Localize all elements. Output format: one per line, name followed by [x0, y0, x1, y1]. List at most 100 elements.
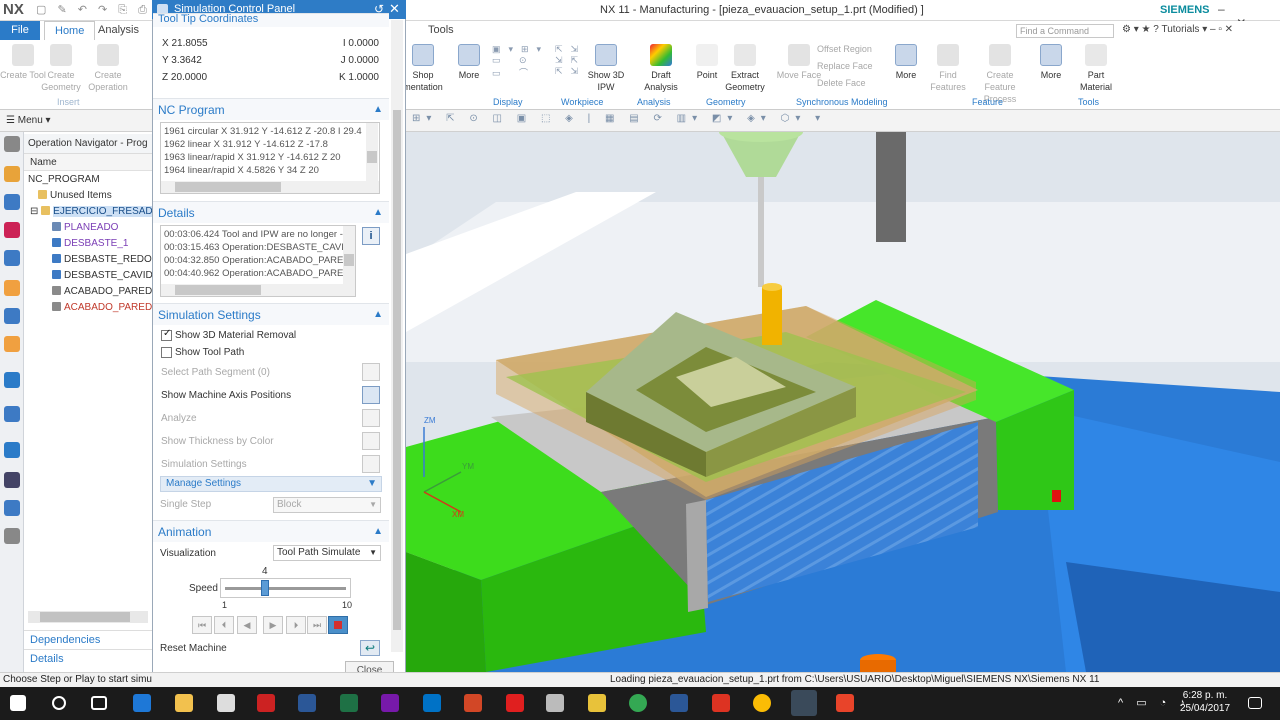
create-feature-process-button[interactable]: Create Feature Process	[970, 44, 1030, 105]
onenote-icon[interactable]	[381, 694, 399, 712]
details-list[interactable]: 00:03:06.424 Tool and IPW are no longer …	[160, 225, 356, 297]
nc-line[interactable]: 1962 linear X 31.912 Y -14.612 Z -17.8	[164, 139, 328, 150]
more-button-2[interactable]: More	[883, 44, 929, 81]
more-button-1[interactable]: More	[446, 44, 492, 81]
graphics-viewport[interactable]: ZM YM XM	[406, 132, 1280, 672]
app-icon-5[interactable]	[836, 694, 854, 712]
app-icon-1[interactable]	[257, 694, 275, 712]
offset-region-button[interactable]: Offset Region	[817, 44, 872, 54]
create-geometry-button[interactable]: Create Geometry	[38, 44, 84, 93]
app-icon-2[interactable]	[546, 694, 564, 712]
tutorials-link[interactable]: Tutorials	[1161, 24, 1199, 35]
menu-button[interactable]: ☰ Menu ▾	[6, 115, 51, 126]
excel-icon[interactable]	[340, 694, 358, 712]
tree-row-desbaste-1[interactable]: DESBASTE_1	[24, 236, 152, 252]
chrome-icon-2[interactable]	[753, 694, 771, 712]
help-controls[interactable]: ⚙ ▾ ★ ? Tutorials ▾ – ▫ ✕	[1122, 24, 1233, 35]
visualization-select[interactable]: Tool Path Simulate ▼	[273, 545, 381, 561]
part-navigator-icon[interactable]	[4, 166, 20, 182]
tab-tools[interactable]: Tools	[418, 21, 464, 40]
show-3d-material-checkbox[interactable]	[161, 328, 172, 341]
tree-row-desbaste-redo[interactable]: DESBASTE_REDO	[24, 252, 152, 268]
delete-face-button[interactable]: Delete Face	[817, 78, 866, 88]
close-icon[interactable]: ✕	[389, 1, 400, 17]
search-icon[interactable]	[52, 696, 66, 710]
nc-line[interactable]: 1963 linear/rapid X 31.912 Y -14.612 Z 2…	[164, 152, 341, 163]
clock-icon[interactable]	[4, 442, 20, 458]
machine-axis-icon[interactable]	[362, 386, 380, 404]
section-simulation-settings[interactable]: Simulation Settings ▲	[153, 303, 389, 325]
section-nc-program[interactable]: NC Program ▲	[153, 98, 389, 120]
tree-row-acabado-pared-2[interactable]: ACABADO_PARED	[24, 300, 152, 316]
windows-start-icon[interactable]	[10, 695, 26, 711]
info-icon[interactable]: i	[362, 227, 380, 245]
workpiece-tools[interactable]: ⇱⇲ ⇲⇱ ⇱⇲	[555, 44, 586, 77]
app-icon-r[interactable]	[670, 694, 688, 712]
single-step-select[interactable]: Block ▼	[273, 497, 381, 513]
section-details[interactable]: Details ▲	[153, 201, 389, 223]
rewind-to-start-button[interactable]: ⏮	[192, 616, 212, 634]
roles-icon[interactable]	[4, 528, 20, 544]
collapse-icon[interactable]: ▲	[373, 304, 383, 326]
thickness-icon[interactable]	[362, 432, 380, 450]
hd3d-tools-icon[interactable]	[4, 336, 20, 352]
app-icon-4[interactable]	[712, 694, 730, 712]
assembly-navigator-icon[interactable]	[4, 194, 20, 210]
app-icon-3[interactable]	[588, 694, 606, 712]
details-hscroll-thumb[interactable]	[175, 285, 261, 295]
powerpoint-icon[interactable]	[464, 694, 482, 712]
collapse-icon[interactable]: ▲	[373, 99, 383, 121]
history-icon[interactable]	[4, 406, 20, 422]
display-tools[interactable]: ▣▾⊞▾ ▭ ⊙ ▭ ⌒	[492, 44, 549, 79]
tree-row-ejercicio-fresado[interactable]: ⊟ EJERCICIO_FRESADO	[24, 204, 152, 220]
navigator-column-name[interactable]: Name	[24, 154, 152, 171]
taskbar-clock[interactable]: 6:28 p. m. 25/04/2017	[1173, 689, 1237, 715]
find-command-input[interactable]: Find a Command	[1016, 24, 1114, 38]
nc-program-list[interactable]: 1961 circular X 31.912 Y -14.612 Z -20.8…	[160, 122, 380, 194]
selection-toolbar-icons[interactable]: ⊞▾ ⇱ ⊙ ◫ ▣ ⬚ ◈ | ▦ ▤ ⟳ ▥▾ ◩▾ ◈▾ ⬡▾ ▾	[412, 113, 826, 124]
nc-line[interactable]: 1964 linear/rapid X 4.5826 Y 34 Z 20	[164, 165, 319, 176]
forward-to-end-button[interactable]: ⏭	[307, 616, 327, 634]
stop-button[interactable]	[328, 616, 348, 634]
word-icon[interactable]	[298, 694, 316, 712]
speed-slider-thumb[interactable]	[261, 580, 270, 596]
gear-icon[interactable]	[4, 136, 20, 152]
nc-hscroll-thumb[interactable]	[175, 182, 281, 192]
navigator-hscroll-thumb[interactable]	[40, 612, 130, 622]
tree-row-desbaste-cavid[interactable]: DESBASTE_CAVID	[24, 268, 152, 284]
chrome-icon[interactable]	[629, 694, 647, 712]
nx-taskbar-icon[interactable]	[791, 690, 817, 716]
collapse-icon[interactable]: ▲	[373, 521, 383, 543]
part-material-button[interactable]: Part Material	[1073, 44, 1119, 93]
tree-row-nc-program[interactable]: NC_PROGRAM	[24, 172, 152, 188]
manage-settings-dropdown[interactable]: Manage Settings ▼	[160, 476, 382, 492]
nc-vscroll-thumb[interactable]	[367, 151, 377, 163]
tree-row-unused-items[interactable]: Unused Items	[24, 188, 152, 204]
show-3d-ipw-button[interactable]: Show 3D IPW	[583, 44, 629, 93]
find-features-button[interactable]: Find Features	[925, 44, 971, 93]
simulation-settings-icon[interactable]	[362, 455, 380, 473]
panel-vscroll-thumb[interactable]	[393, 110, 401, 630]
extract-geometry-button[interactable]: Extract Geometry	[722, 44, 768, 93]
nc-line[interactable]: 1961 circular X 31.912 Y -14.612 Z -20.8…	[164, 126, 362, 137]
web-browser-icon[interactable]	[4, 372, 20, 388]
store-icon[interactable]	[217, 694, 235, 712]
notification-icon[interactable]	[1248, 697, 1262, 709]
edge-icon[interactable]	[133, 694, 151, 712]
speed-slider-track[interactable]	[225, 587, 346, 590]
tab-file[interactable]: File	[0, 21, 40, 40]
shop-documentation-button[interactable]: Shop mentation	[400, 44, 446, 93]
details-vscroll-thumb[interactable]	[344, 254, 354, 266]
play-backward-button[interactable]: ◀	[237, 616, 257, 634]
create-operation-button[interactable]: Create Operation	[85, 44, 131, 93]
task-view-icon[interactable]	[91, 696, 107, 710]
outlook-icon[interactable]	[423, 694, 441, 712]
move-face-button[interactable]: Move Face	[776, 44, 822, 81]
step-back-button[interactable]: ⏴	[214, 616, 234, 634]
play-forward-button[interactable]: ▶	[263, 616, 283, 634]
tree-row-planeado[interactable]: PLANEADO	[24, 220, 152, 236]
collapse-icon[interactable]: ▲	[373, 202, 383, 224]
machine-tool-navigator-icon[interactable]	[4, 280, 20, 296]
draft-analysis-button[interactable]: Draft Analysis	[638, 44, 684, 93]
tab-analysis[interactable]: Analysis	[88, 21, 149, 40]
